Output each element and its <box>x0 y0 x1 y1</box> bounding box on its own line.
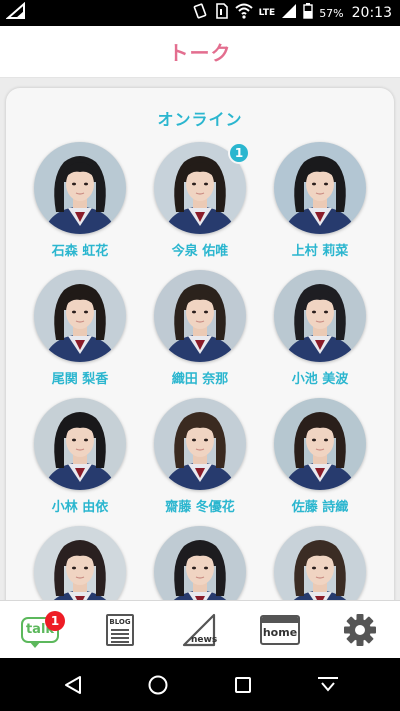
member-avatar <box>34 526 126 600</box>
back-button[interactable] <box>51 663 95 707</box>
member-name: 小林 由依 <box>51 500 109 515</box>
page-title: トーク <box>168 41 232 65</box>
hide-keyboard-icon <box>317 676 338 692</box>
member-name: 尾関 梨香 <box>51 372 109 387</box>
member-name: 小池 美波 <box>291 372 349 387</box>
member-avatar <box>274 526 366 600</box>
member-name: 佐藤 詩織 <box>291 500 349 515</box>
member-avatar <box>34 142 126 234</box>
members-grid: 石森 虹花 1 今泉 佑唯 上村 莉菜尾関 梨香 織田 奈那 小池 美波小林 由依 齋藤 冬… <box>20 142 380 600</box>
member-card[interactable]: 上村 莉菜 <box>260 142 380 259</box>
member-card[interactable]: 1 今泉 佑唯 <box>140 142 260 259</box>
member-card[interactable] <box>260 526 380 600</box>
recents-icon <box>234 676 251 693</box>
member-card[interactable] <box>140 526 260 600</box>
member-card[interactable]: 小池 美波 <box>260 270 380 387</box>
recents-button[interactable] <box>221 663 265 707</box>
member-name: 上村 莉菜 <box>291 244 349 259</box>
battery-icon <box>303 3 313 23</box>
member-card[interactable]: 佐藤 詩織 <box>260 398 380 515</box>
talk-unread-badge: 1 <box>45 610 65 631</box>
system-nav-bar <box>0 658 400 711</box>
member-name: 石森 虹花 <box>51 244 109 259</box>
home-system-button[interactable] <box>136 663 180 707</box>
member-name: 今泉 佑唯 <box>171 244 229 259</box>
vibrate-icon <box>191 3 209 23</box>
member-card[interactable]: 齋藤 冬優花 <box>140 398 260 515</box>
hide-keyboard-button[interactable] <box>306 663 350 707</box>
section-title: オンライン <box>157 110 243 129</box>
nav-news-button[interactable]: news <box>170 607 230 653</box>
member-card[interactable]: 小林 由依 <box>20 398 140 515</box>
blog-icon: BLOG <box>106 613 134 646</box>
home-label: home <box>262 625 298 639</box>
nav-settings-button[interactable] <box>330 607 390 653</box>
notification-icon <box>5 1 26 24</box>
home-circle-icon <box>148 675 167 694</box>
member-avatar <box>154 398 246 490</box>
news-icon: news <box>182 613 217 646</box>
bottom-nav: talk 1 BLOG news home <box>0 600 400 658</box>
online-panel: オンライン 石森 虹花 1 今泉 佑唯 上村 莉菜尾関 梨香 織田 奈那 小池 美波小林 … <box>6 88 394 600</box>
nav-blog-button[interactable]: BLOG <box>90 607 150 653</box>
status-bar: LTE 57% 20:13 <box>0 0 400 26</box>
app-header: トーク <box>0 26 400 78</box>
member-avatar <box>34 270 126 362</box>
back-icon <box>64 675 81 694</box>
member-avatar <box>154 526 246 600</box>
settings-gear-icon <box>344 613 376 646</box>
member-card[interactable] <box>20 526 140 600</box>
sim-icon <box>215 3 229 23</box>
network-type: LTE <box>258 7 276 18</box>
news-label: news <box>191 635 217 645</box>
signal-icon <box>281 3 297 23</box>
member-name: 齋藤 冬優花 <box>165 500 235 515</box>
member-avatar <box>154 270 246 362</box>
unread-badge: 1 <box>228 142 250 164</box>
member-avatar <box>274 270 366 362</box>
nav-home-button[interactable]: home <box>250 607 310 653</box>
home-icon: home <box>260 614 300 645</box>
battery-percent: 57% <box>319 6 344 20</box>
clock: 20:13 <box>351 5 392 21</box>
member-card[interactable]: 石森 虹花 <box>20 142 140 259</box>
wifi-icon <box>234 3 253 23</box>
member-card[interactable]: 尾関 梨香 <box>20 270 140 387</box>
member-avatar <box>274 142 366 234</box>
member-card[interactable]: 織田 奈那 <box>140 270 260 387</box>
member-list-area[interactable]: オンライン 石森 虹花 1 今泉 佑唯 上村 莉菜尾関 梨香 織田 奈那 小池 美波小林 … <box>0 78 400 600</box>
member-avatar <box>274 398 366 490</box>
nav-talk-button[interactable]: talk 1 <box>10 607 70 653</box>
member-name: 織田 奈那 <box>171 372 229 387</box>
blog-label: BLOG <box>109 617 131 626</box>
member-avatar <box>34 398 126 490</box>
